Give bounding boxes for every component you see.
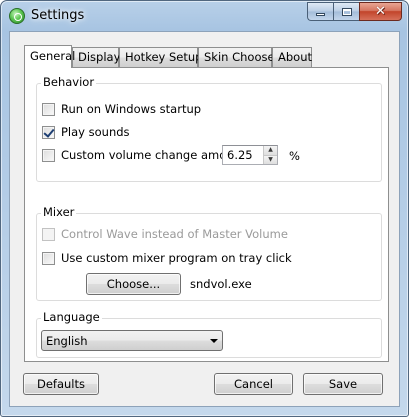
choose-button[interactable]: Choose... xyxy=(86,273,181,295)
run-on-startup-check[interactable] xyxy=(42,102,55,116)
control-wave-check[interactable] xyxy=(42,227,55,241)
volume-unit: % xyxy=(289,149,300,163)
mixer-program-name: sndvol.exe xyxy=(190,277,252,291)
chevron-down-icon xyxy=(206,338,222,343)
save-button[interactable]: Save xyxy=(303,373,383,395)
dialog-client-area: General Display Hotkey Setup Skin Choose… xyxy=(9,31,400,407)
custom-volume-checkbox[interactable]: Custom volume change amount: xyxy=(42,148,249,162)
language-dropdown[interactable]: English xyxy=(41,330,223,351)
control-wave-checkbox[interactable]: Control Wave instead of Master Volume xyxy=(42,227,288,241)
behavior-group: Behavior Run on Windows startup Play sou… xyxy=(36,75,382,182)
control-wave-label: Control Wave instead of Master Volume xyxy=(61,227,288,241)
cancel-button[interactable]: Cancel xyxy=(214,373,293,395)
caption-buttons: ✕ xyxy=(307,2,402,21)
app-icon xyxy=(9,8,25,24)
volume-amount-spinner[interactable]: 6.25 ▲ ▼ xyxy=(222,145,278,165)
language-group-label: Language xyxy=(41,310,102,324)
tab-display[interactable]: Display xyxy=(72,47,120,67)
minimize-button[interactable] xyxy=(307,2,333,21)
minimize-icon xyxy=(316,13,325,16)
maximize-button[interactable] xyxy=(333,2,359,21)
run-on-startup-label: Run on Windows startup xyxy=(61,102,202,116)
settings-window: Settings ✕ General Display Hotkey Setup … xyxy=(0,0,409,417)
play-sounds-check[interactable] xyxy=(42,125,55,139)
custom-mixer-check[interactable] xyxy=(42,251,55,265)
close-button[interactable]: ✕ xyxy=(359,2,402,21)
play-sounds-label: Play sounds xyxy=(61,125,130,139)
volume-amount-value[interactable]: 6.25 xyxy=(223,146,263,164)
run-on-startup-checkbox[interactable]: Run on Windows startup xyxy=(42,102,201,116)
tab-general[interactable]: General xyxy=(24,45,75,68)
mixer-group: Mixer Control Wave instead of Master Vol… xyxy=(36,205,382,301)
spinner-up-icon[interactable]: ▲ xyxy=(264,146,277,156)
title-bar[interactable]: Settings ✕ xyxy=(1,1,408,31)
tab-about[interactable]: About xyxy=(272,47,312,67)
tab-skin-chooser[interactable]: Skin Chooser xyxy=(198,47,279,67)
custom-mixer-label: Use custom mixer program on tray click xyxy=(61,251,292,265)
spinner-down-icon[interactable]: ▼ xyxy=(264,155,277,164)
custom-mixer-checkbox[interactable]: Use custom mixer program on tray click xyxy=(42,251,292,265)
tab-hotkey-setup[interactable]: Hotkey Setup xyxy=(119,47,202,67)
general-tab-panel: Behavior Run on Windows startup Play sou… xyxy=(24,67,389,362)
language-selected: English xyxy=(46,333,88,348)
custom-volume-check[interactable] xyxy=(42,148,55,162)
close-icon: ✕ xyxy=(375,4,386,19)
language-group: Language English xyxy=(36,310,382,358)
defaults-button[interactable]: Defaults xyxy=(23,373,99,395)
mixer-group-label: Mixer xyxy=(41,205,77,219)
volume-spinner-arrows: ▲ ▼ xyxy=(263,146,277,164)
window-title: Settings xyxy=(31,8,85,23)
play-sounds-checkbox[interactable]: Play sounds xyxy=(42,125,130,139)
behavior-group-label: Behavior xyxy=(41,75,97,89)
custom-volume-label: Custom volume change amount: xyxy=(61,148,250,162)
maximize-icon xyxy=(341,7,352,16)
